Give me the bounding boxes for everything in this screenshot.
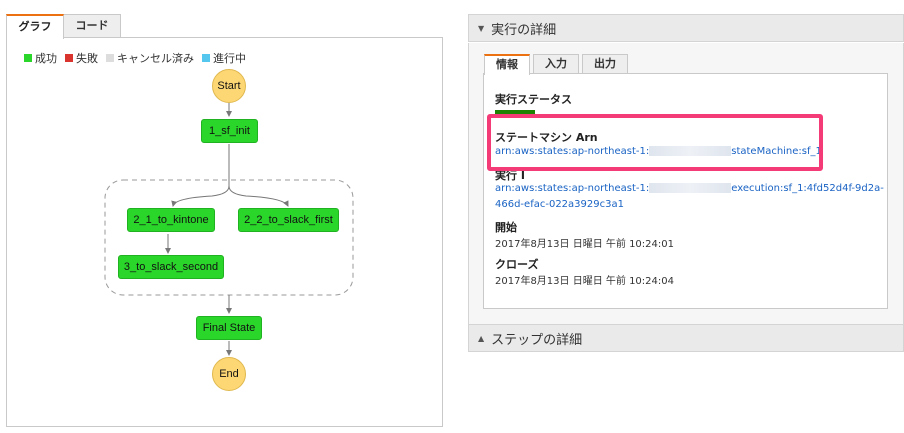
expand-arrow-icon: ▲ bbox=[478, 333, 485, 343]
execution-arn-link[interactable]: arn:aws:states:ap-northeast-1: execution:… bbox=[495, 181, 884, 213]
redacted-account-id bbox=[649, 183, 732, 193]
arn-line2: 466d-efac-022a3929c3a1 bbox=[495, 199, 624, 210]
collapse-arrow-icon: ▼ bbox=[478, 23, 485, 33]
tab-input[interactable]: 入力 bbox=[533, 54, 579, 74]
state-end[interactable]: End bbox=[212, 357, 246, 391]
arn-prefix: arn:aws:states:ap-northeast-1: bbox=[495, 183, 650, 194]
state-final[interactable]: Final State bbox=[196, 316, 262, 340]
tab-output[interactable]: 出力 bbox=[582, 54, 628, 74]
arn-suffix: execution:sf_1:4fd52d4f-9d2a- bbox=[731, 183, 884, 194]
start-label: 開始 bbox=[495, 221, 517, 234]
execution-details-header[interactable]: ▼ 実行の詳細 bbox=[468, 14, 904, 42]
execution-details-title: 実行の詳細 bbox=[491, 22, 557, 38]
state-sf-init[interactable]: 1_sf_init bbox=[201, 119, 258, 143]
state-to-slack-second[interactable]: 3_to_slack_second bbox=[118, 255, 224, 279]
tab-info[interactable]: 情報 bbox=[484, 54, 530, 75]
highlight-annotation bbox=[487, 114, 823, 171]
execution-status-label: 実行ステータス bbox=[495, 93, 572, 106]
close-label: クローズ bbox=[495, 258, 539, 271]
close-value: 2017年8月13日 日曜日 午前 10:24:04 bbox=[495, 276, 674, 287]
start-value: 2017年8月13日 日曜日 午前 10:24:01 bbox=[495, 239, 674, 250]
state-to-slack-first[interactable]: 2_2_to_slack_first bbox=[238, 208, 339, 232]
step-details-header[interactable]: ▲ ステップの詳細 bbox=[468, 324, 904, 352]
tab-graph[interactable]: グラフ bbox=[6, 14, 64, 39]
edge-init-kintone bbox=[171, 144, 230, 207]
step-details-title: ステップの詳細 bbox=[491, 332, 583, 348]
state-start[interactable]: Start bbox=[212, 69, 246, 103]
state-to-kintone[interactable]: 2_1_to_kintone bbox=[127, 208, 215, 232]
edge-init-slackfirst bbox=[228, 185, 289, 207]
